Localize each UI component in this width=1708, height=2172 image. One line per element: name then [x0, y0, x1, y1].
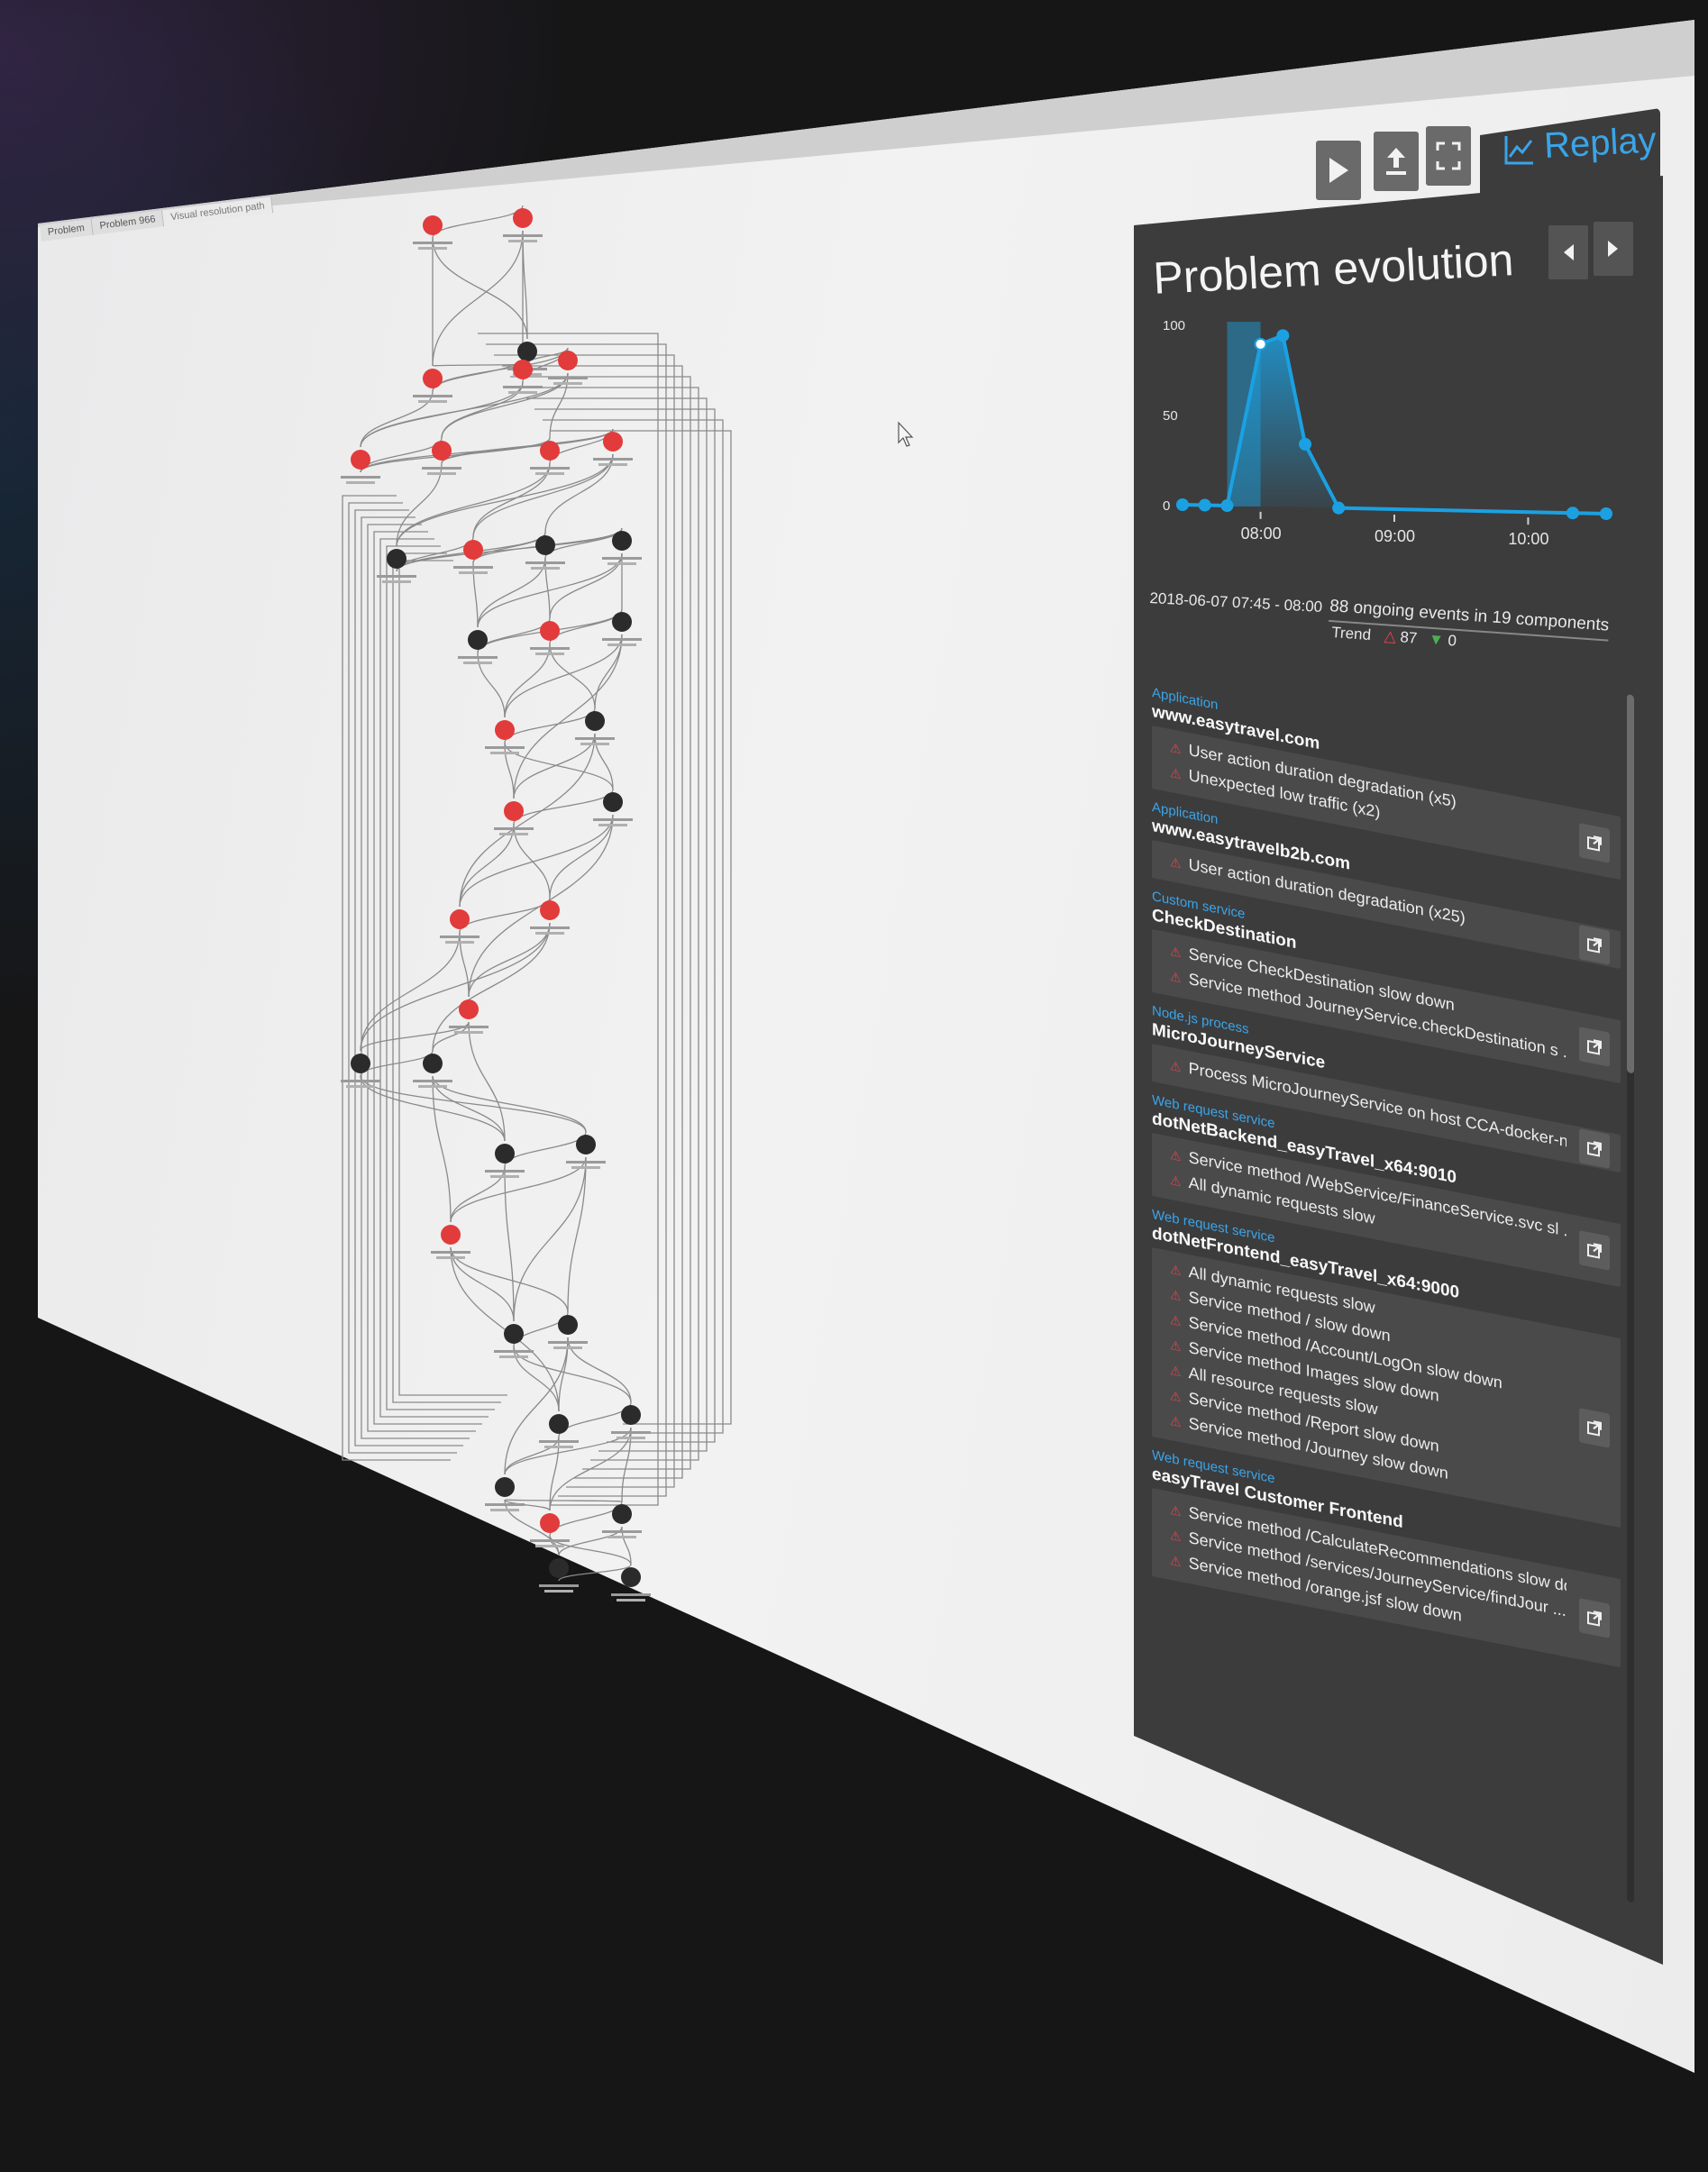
data-point[interactable] — [1299, 437, 1312, 451]
warning-icon: ⚠ — [1170, 1362, 1182, 1380]
warning-icon: ⚠ — [1170, 1387, 1182, 1405]
warning-icon: ⚠ — [1170, 764, 1182, 782]
warning-icon: ⚠ — [1170, 1261, 1182, 1279]
chevron-left-icon — [1564, 244, 1574, 260]
data-point[interactable] — [1600, 507, 1612, 520]
warning-icon: ⚠ — [1170, 1057, 1182, 1075]
warning-icon: ⚠ — [1170, 1311, 1182, 1329]
replay-label[interactable]: Replay — [1543, 120, 1658, 166]
topology-node-icon[interactable] — [341, 450, 380, 484]
data-point[interactable] — [1220, 499, 1234, 513]
warning-icon: ⚠ — [1170, 968, 1182, 986]
scrollbar-thumb[interactable] — [1627, 694, 1634, 1074]
external-link-icon — [1587, 1420, 1602, 1437]
warning-icon: ⚠ — [1170, 1172, 1182, 1190]
external-link-icon — [1587, 1141, 1602, 1157]
trend-label: Trend — [1330, 624, 1372, 644]
data-point[interactable] — [1198, 498, 1211, 512]
open-details-button[interactable] — [1579, 823, 1610, 863]
y-tick-label: 50 — [1163, 408, 1178, 424]
problem-evolution-chart[interactable]: 100 50 0 08:00 09:00 10:00 — [1137, 297, 1651, 595]
event-list: Application www.easytravel.com ⚠ User actio… — [1152, 685, 1621, 1678]
open-details-button[interactable] — [1579, 1230, 1610, 1271]
external-link-icon — [1587, 1611, 1602, 1627]
topology-node-icon[interactable] — [611, 1567, 651, 1602]
previous-button[interactable] — [1548, 225, 1588, 279]
line-chart-icon — [1504, 136, 1533, 165]
topology-node-icon[interactable] — [485, 1477, 525, 1511]
warning-icon: ⚠ — [1170, 1527, 1182, 1545]
open-details-button[interactable] — [1579, 1408, 1610, 1448]
external-link-icon — [1587, 937, 1602, 954]
data-point[interactable] — [1276, 329, 1290, 342]
open-details-button[interactable] — [1579, 925, 1610, 965]
trend-up-icon: △ — [1384, 627, 1397, 645]
external-link-icon — [1587, 1039, 1602, 1055]
y-tick-label: 0 — [1163, 498, 1170, 514]
data-point[interactable] — [1566, 506, 1579, 520]
panel-title: Problem evolution — [1152, 234, 1515, 304]
topology-node-icon[interactable] — [377, 549, 416, 583]
topology-node-icon[interactable] — [413, 369, 452, 403]
open-details-button[interactable] — [1579, 1598, 1610, 1638]
trend-up-count: 87 — [1399, 628, 1419, 647]
expand-icon — [1436, 141, 1461, 170]
visual-resolution-path-diagram[interactable] — [324, 198, 829, 1640]
next-button[interactable] — [1594, 222, 1633, 276]
open-details-button[interactable] — [1579, 1128, 1610, 1169]
chevron-right-icon — [1608, 241, 1618, 257]
warning-icon: ⚠ — [1170, 1501, 1182, 1519]
fullscreen-button[interactable] — [1426, 126, 1471, 186]
x-tick-label: 08:00 — [1241, 525, 1282, 543]
x-tick-label: 10:00 — [1508, 530, 1548, 548]
trend-down-count: 0 — [1447, 632, 1457, 650]
topology-node-icon[interactable] — [494, 1324, 534, 1358]
data-point[interactable] — [1332, 501, 1346, 515]
open-details-button[interactable] — [1579, 1027, 1610, 1067]
warning-icon: ⚠ — [1170, 1286, 1182, 1304]
external-link-icon — [1587, 1243, 1602, 1259]
warning-icon: ⚠ — [1170, 1412, 1182, 1430]
export-icon — [1386, 148, 1406, 175]
warning-icon: ⚠ — [1170, 1337, 1182, 1355]
data-point[interactable] — [1254, 337, 1267, 351]
warning-icon: ⚠ — [1170, 1552, 1182, 1570]
warning-icon: ⚠ — [1170, 1146, 1182, 1164]
mouse-cursor-icon — [898, 421, 914, 447]
data-point[interactable] — [1176, 498, 1189, 511]
y-tick-label: 100 — [1163, 318, 1185, 333]
warning-icon: ⚠ — [1170, 739, 1182, 757]
trend-down-icon: ▼ — [1428, 630, 1445, 649]
x-tick-label: 09:00 — [1375, 527, 1415, 545]
warning-icon: ⚠ — [1170, 853, 1182, 872]
external-link-icon — [1587, 835, 1602, 852]
warning-icon: ⚠ — [1170, 943, 1182, 961]
event-list-scrollbar[interactable] — [1627, 694, 1634, 1903]
